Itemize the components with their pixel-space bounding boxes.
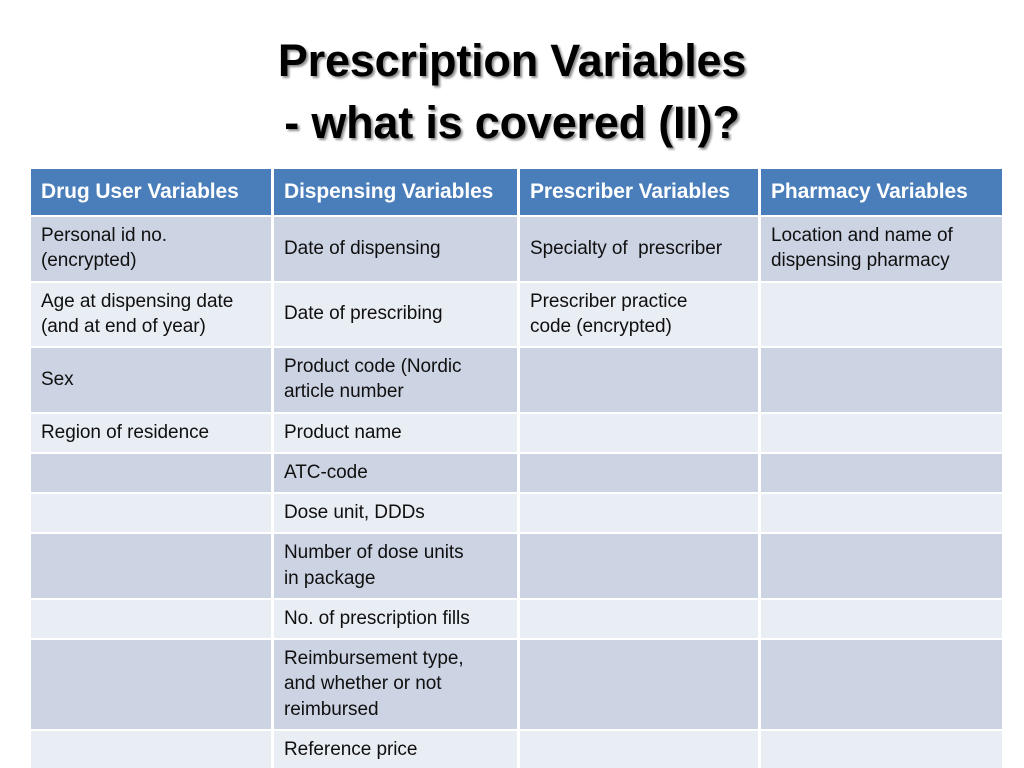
table-cell xyxy=(31,599,271,639)
table-cell: ATC-code xyxy=(274,453,517,493)
table-cell: Date of prescribing xyxy=(274,282,517,347)
table-cell xyxy=(761,494,1002,533)
table-row: No. of prescription fills xyxy=(31,599,1002,639)
table-cell xyxy=(761,730,1002,768)
table-row: Reference price xyxy=(31,730,1002,768)
slide: Prescription Variables - what is covered… xyxy=(0,0,1024,768)
variables-table: Drug User Variables Dispensing Variables… xyxy=(28,167,1005,768)
table-cell: Age at dispensing date (and at end of ye… xyxy=(31,282,271,347)
column-header-prescriber-variables: Prescriber Variables xyxy=(520,169,758,215)
table-cell: Sex xyxy=(31,348,271,412)
table-cell xyxy=(761,640,1002,729)
table-row: Sex Product code (Nordic article number xyxy=(31,348,1002,412)
table-cell xyxy=(520,599,758,639)
table-header-row: Drug User Variables Dispensing Variables… xyxy=(31,169,1002,215)
table-cell xyxy=(520,730,758,768)
page-title-line-1: Prescription Variables xyxy=(277,35,747,86)
table-cell: Reference price xyxy=(274,730,517,768)
table-cell: Personal id no. (encrypted) xyxy=(31,217,271,281)
table-cell: Product name xyxy=(274,413,517,452)
table-cell: Region of residence xyxy=(31,413,271,452)
table-cell: No. of prescription fills xyxy=(274,599,517,639)
table-cell xyxy=(761,534,1002,598)
table-cell xyxy=(520,453,758,493)
table-cell xyxy=(31,453,271,493)
table-cell xyxy=(761,282,1002,347)
table-cell: Location and name of dispensing pharmacy xyxy=(761,217,1002,281)
table-cell xyxy=(520,640,758,729)
table-cell xyxy=(520,413,758,452)
table-row: Number of dose units in package xyxy=(31,534,1002,598)
table-cell xyxy=(761,413,1002,452)
table-cell xyxy=(31,730,271,768)
table-cell: Number of dose units in package xyxy=(274,534,517,598)
table-row: Personal id no. (encrypted) Date of dispe… xyxy=(31,217,1002,281)
column-header-dispensing-variables: Dispensing Variables xyxy=(274,169,517,215)
table-row: Age at dispensing date (and at end of ye… xyxy=(31,282,1002,347)
table-row: ATC-code xyxy=(31,453,1002,493)
table-cell: Reimbursement type, and whether or not r… xyxy=(274,640,517,729)
table-cell xyxy=(520,534,758,598)
table-row: Dose unit, DDDs xyxy=(31,494,1002,533)
table-cell: Dose unit, DDDs xyxy=(274,494,517,533)
table-row: Reimbursement type, and whether or not r… xyxy=(31,640,1002,729)
table-cell: Product code (Nordic article number xyxy=(274,348,517,412)
table-cell: Prescriber practice code (encrypted) xyxy=(520,282,758,347)
table-cell xyxy=(31,494,271,533)
table-cell xyxy=(761,348,1002,412)
column-header-drug-user-variables: Drug User Variables xyxy=(31,169,271,215)
table-cell xyxy=(31,534,271,598)
column-header-pharmacy-variables: Pharmacy Variables xyxy=(761,169,1002,215)
table-cell: Date of dispensing xyxy=(274,217,517,281)
table-cell xyxy=(520,494,758,533)
table-cell xyxy=(761,453,1002,493)
table-body: Personal id no. (encrypted) Date of dispe… xyxy=(31,217,1002,768)
variables-table-container: Drug User Variables Dispensing Variables… xyxy=(28,167,1002,768)
page-title: Prescription Variables - what is covered… xyxy=(0,30,1024,154)
table-cell xyxy=(520,348,758,412)
table-row: Region of residence Product name xyxy=(31,413,1002,452)
page-title-line-2: - what is covered (II)? xyxy=(284,97,740,149)
table-cell xyxy=(31,640,271,729)
table-cell: Specialty of prescriber xyxy=(520,217,758,281)
table-cell xyxy=(761,599,1002,639)
